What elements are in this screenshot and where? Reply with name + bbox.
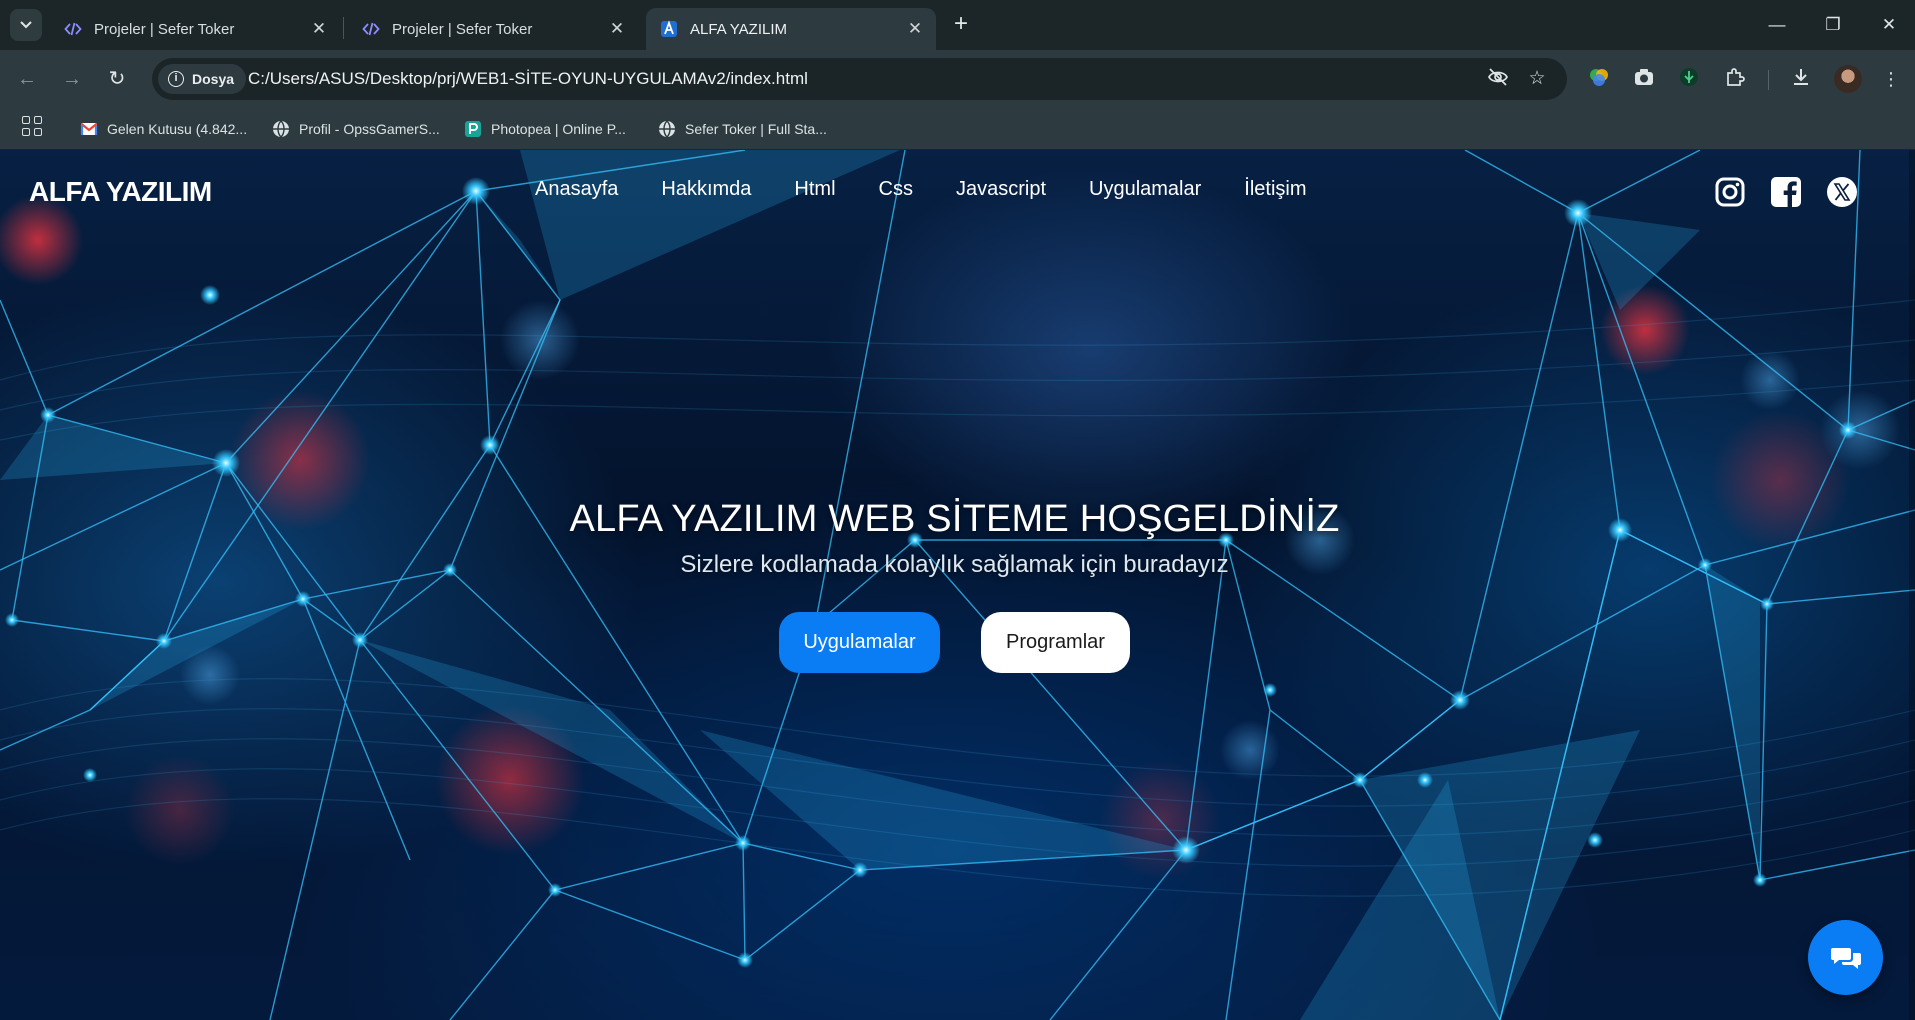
chat-bubbles-icon — [1830, 947, 1861, 969]
new-tab-button[interactable]: + — [948, 12, 974, 38]
forward-icon[interactable]: → — [57, 64, 87, 94]
profile-avatar[interactable] — [1834, 65, 1862, 93]
kebab-menu-icon[interactable]: ⋮ — [1878, 66, 1904, 92]
chevron-down-icon — [20, 21, 32, 29]
photopea-icon — [465, 121, 481, 137]
eye-off-icon[interactable] — [1485, 66, 1511, 92]
restore-icon[interactable]: ❐ — [1818, 12, 1848, 38]
bookmark-sefer-toker[interactable]: Sefer Toker | Full Sta... — [658, 108, 827, 150]
extension-google-icon[interactable] — [1586, 66, 1612, 92]
hero-section: ALFA YAZILIM WEB SİTEME HOŞGELDİNİZ Sizl… — [0, 498, 1909, 673]
hero-title: ALFA YAZILIM WEB SİTEME HOŞGELDİNİZ — [569, 498, 1340, 540]
apps-grid-icon[interactable] — [22, 116, 42, 136]
site-favicon-icon — [661, 20, 677, 37]
camera-icon[interactable] — [1631, 66, 1657, 92]
main-nav: Anasayfa Hakkımda Html Css Javascript Uy… — [535, 178, 1350, 201]
nav-css[interactable]: Css — [879, 178, 913, 201]
code-icon — [362, 22, 380, 36]
minimize-icon[interactable]: — — [1762, 12, 1792, 38]
site-logo[interactable]: ALFA YAZILIM — [29, 176, 212, 208]
network-background-image — [0, 150, 1915, 1020]
bookmark-gmail[interactable]: Gelen Kutusu (4.842... — [80, 108, 247, 150]
gmail-icon — [80, 123, 98, 135]
uygulamalar-button[interactable]: Uygulamalar — [779, 612, 940, 673]
tab-strip: Projeler | Sefer Toker ✕ Projeler | Sefe… — [0, 0, 1915, 50]
page-scrollbar[interactable] — [1909, 150, 1915, 1020]
programlar-button[interactable]: Programlar — [981, 612, 1130, 673]
nav-anasayfa[interactable]: Anasayfa — [535, 178, 618, 201]
nav-hakkimda[interactable]: Hakkımda — [661, 178, 751, 201]
nav-iletisim[interactable]: İletişim — [1244, 178, 1306, 201]
site-header: ALFA YAZILIM Anasayfa Hakkımda Html Css … — [0, 150, 1909, 240]
tab-projeler-2[interactable]: Projeler | Sefer Toker ✕ — [348, 8, 638, 50]
tab-alfa-yazilim[interactable]: ALFA YAZILIM ✕ — [646, 8, 936, 50]
bookmark-label: Profil - OpssGamerS... — [299, 121, 440, 137]
tab-title: ALFA YAZILIM — [690, 20, 787, 38]
tab-title: Projeler | Sefer Toker — [392, 20, 533, 38]
browser-toolbar: ← → ↻ i Dosya C:/Users/ASUS/Desktop/prj/… — [0, 50, 1915, 108]
nav-uygulamalar[interactable]: Uygulamalar — [1089, 178, 1201, 201]
tab-divider — [343, 17, 344, 39]
reload-icon[interactable]: ↻ — [102, 64, 132, 94]
chat-button[interactable] — [1808, 920, 1883, 995]
bookmark-label: Gelen Kutusu (4.842... — [107, 121, 248, 137]
toolbar-divider — [1768, 70, 1769, 90]
close-icon[interactable]: ✕ — [306, 19, 332, 39]
tab-title: Projeler | Sefer Toker — [94, 20, 235, 38]
bookmark-label: Sefer Toker | Full Sta... — [685, 121, 827, 137]
close-icon[interactable]: ✕ — [902, 19, 928, 39]
back-icon[interactable]: ← — [12, 64, 42, 94]
download-icon[interactable] — [1788, 66, 1814, 92]
code-icon — [64, 22, 82, 36]
globe-icon — [273, 120, 289, 138]
url-text[interactable]: C:/Users/ASUS/Desktop/prj/WEB1-SİTE-OYUN… — [248, 58, 808, 100]
nav-javascript[interactable]: Javascript — [956, 178, 1046, 201]
bookmark-star-icon[interactable]: ☆ — [1524, 66, 1550, 92]
bookmark-opssgamer[interactable]: Profil - OpssGamerS... — [272, 108, 440, 150]
window-close-icon[interactable]: ✕ — [1874, 12, 1904, 38]
address-bar[interactable]: i Dosya C:/Users/ASUS/Desktop/prj/WEB1-S… — [152, 58, 1567, 100]
x-icon[interactable] — [1826, 176, 1858, 208]
bookmark-label: Photopea | Online P... — [491, 121, 626, 137]
info-icon: i — [168, 71, 184, 87]
hero-buttons: Uygulamalar Programlar — [0, 612, 1909, 674]
globe-icon — [659, 120, 675, 138]
instagram-icon[interactable] — [1714, 176, 1746, 208]
chip-label: Dosya — [192, 71, 235, 87]
bookmark-photopea[interactable]: Photopea | Online P... — [464, 108, 626, 150]
nav-html[interactable]: Html — [794, 178, 835, 201]
hero-subtitle: Sizlere kodlamada kolaylık sağlamak için… — [680, 551, 1229, 578]
extension-leaf-icon[interactable] — [1676, 66, 1702, 92]
facebook-icon[interactable] — [1770, 176, 1802, 208]
extensions-puzzle-icon[interactable] — [1722, 66, 1748, 92]
close-icon[interactable]: ✕ — [604, 19, 630, 39]
page-viewport: ALFA YAZILIM Anasayfa Hakkımda Html Css … — [0, 150, 1915, 1020]
tab-search-button[interactable] — [10, 9, 42, 41]
tab-projeler-1[interactable]: Projeler | Sefer Toker ✕ — [50, 8, 340, 50]
site-info-chip[interactable]: i Dosya — [158, 64, 247, 94]
